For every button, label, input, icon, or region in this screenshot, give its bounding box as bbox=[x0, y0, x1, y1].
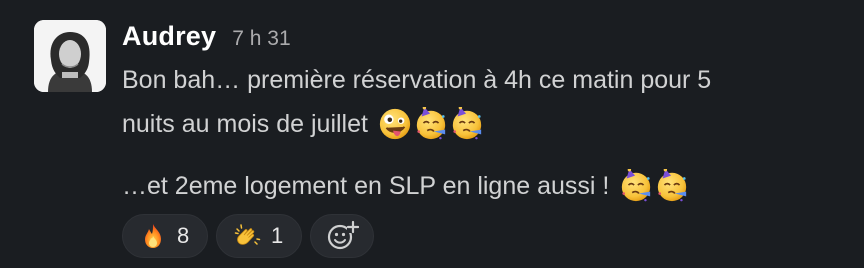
clapping-hands-icon bbox=[234, 224, 261, 245]
message-header: Audrey 7 h 31 bbox=[122, 18, 291, 54]
timestamp[interactable]: 7 h 31 bbox=[232, 21, 290, 57]
message-text-line-1: Bon bah… première réservation à 4h ce ma… bbox=[122, 62, 711, 98]
message-text: Bon bah… première réservation à 4h ce ma… bbox=[122, 66, 712, 94]
message-item[interactable]: Audrey 7 h 31 Bon bah… première réservat… bbox=[0, 0, 864, 268]
message-text: …et 2eme logement en SLP en ligne aussi … bbox=[122, 172, 610, 200]
message-text-line-2: nuits au mois de juillet bbox=[122, 106, 484, 142]
reaction-clapping-hands[interactable]: 1 bbox=[216, 214, 302, 258]
partying-face-icon bbox=[658, 169, 687, 202]
reaction-fire[interactable]: 8 bbox=[122, 214, 208, 258]
avatar[interactable] bbox=[34, 20, 106, 92]
avatar-photo bbox=[34, 20, 106, 92]
message-text-line-3: …et 2eme logement en SLP en ligne aussi … bbox=[122, 168, 689, 204]
add-reaction-icon bbox=[327, 220, 359, 250]
fire-icon bbox=[145, 224, 161, 248]
reaction-count: 1 bbox=[271, 223, 284, 248]
author-name[interactable]: Audrey bbox=[122, 18, 216, 54]
reactions-bar: 8 1 bbox=[122, 214, 374, 258]
partying-face-icon bbox=[452, 107, 482, 140]
zany-face-icon bbox=[379, 108, 411, 140]
message-text: nuits au mois de juillet bbox=[122, 110, 368, 138]
reaction-count: 8 bbox=[177, 223, 190, 248]
add-reaction-button[interactable] bbox=[310, 214, 374, 258]
partying-face-icon bbox=[622, 169, 651, 202]
partying-face-icon bbox=[416, 107, 446, 140]
